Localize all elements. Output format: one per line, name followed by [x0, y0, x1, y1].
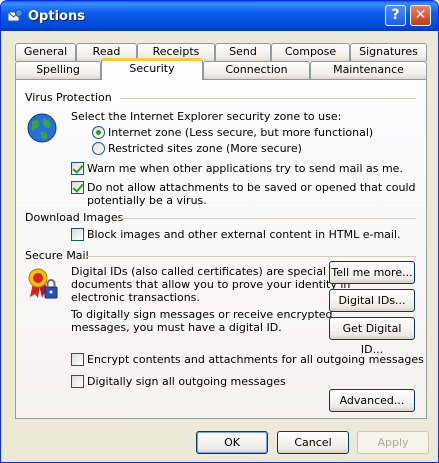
restricted-zone-radio[interactable]: [92, 142, 105, 155]
digital-sign-desc-line1: To digitally sign messages or receive en…: [71, 308, 333, 321]
digital-ids-button[interactable]: Digital IDs...: [329, 289, 415, 312]
options-window: Options ? ✕ General Read Receipts Send C…: [0, 0, 439, 463]
tab-send[interactable]: Send: [215, 43, 271, 61]
digital-sign-desc-line2: messages, you must have a digital ID.: [71, 321, 282, 334]
close-button[interactable]: ✕: [410, 5, 431, 26]
close-icon: ✕: [414, 7, 427, 23]
separator: [114, 218, 416, 219]
digital-id-desc-line3: electronic transactions.: [71, 291, 200, 304]
window-title: Options: [28, 9, 85, 24]
tab-signatures[interactable]: Signatures: [350, 43, 427, 61]
separator: [120, 98, 416, 99]
tab-spelling[interactable]: Spelling: [15, 61, 101, 79]
digital-id-desc-line2: documents that allow you to prove your i…: [71, 278, 351, 291]
apply-button[interactable]: Apply: [357, 431, 429, 454]
digitally-sign-checkbox[interactable]: [71, 375, 84, 388]
internet-zone-label[interactable]: Internet zone (Less secure, but more fun…: [108, 126, 373, 139]
title-bar[interactable]: Options ? ✕: [1, 1, 438, 31]
tell-me-more-button[interactable]: Tell me more...: [329, 261, 415, 284]
internet-zone-radio[interactable]: [92, 126, 105, 139]
block-images-label[interactable]: Block images and other external content …: [87, 228, 401, 241]
help-button[interactable]: ?: [385, 5, 406, 26]
ok-button[interactable]: OK: [196, 431, 268, 454]
digitally-sign-label[interactable]: Digitally sign all outgoing messages: [87, 375, 286, 388]
security-panel: Virus Protection Select the Internet Exp…: [15, 79, 427, 419]
certificate-lock-icon: [28, 268, 58, 299]
outlook-express-icon: [7, 9, 23, 22]
virus-protection-heading: Virus Protection: [25, 91, 112, 104]
tab-maintenance[interactable]: Maintenance: [310, 61, 427, 79]
tab-security[interactable]: Security: [101, 58, 203, 80]
tab-general[interactable]: General: [15, 43, 76, 61]
tab-compose[interactable]: Compose: [271, 43, 350, 61]
secure-mail-heading: Secure Mail: [25, 249, 89, 262]
warn-send-mail-checkbox[interactable]: [71, 162, 84, 175]
restricted-zone-label[interactable]: Restricted sites zone (More secure): [108, 142, 302, 155]
tab-connection[interactable]: Connection: [203, 61, 310, 79]
encrypt-checkbox[interactable]: [71, 353, 84, 366]
cancel-button[interactable]: Cancel: [277, 431, 349, 454]
globe-shield-icon: [27, 113, 57, 143]
block-attachments-checkbox[interactable]: [71, 181, 84, 194]
zone-prompt: Select the Internet Explorer security zo…: [71, 110, 342, 123]
warn-send-mail-label[interactable]: Warn me when other applications try to s…: [87, 162, 403, 175]
digital-id-desc-line1: Digital IDs (also called certificates) a…: [71, 265, 326, 278]
get-digital-id-button[interactable]: Get Digital ID...: [329, 317, 415, 356]
separator: [86, 256, 416, 257]
advanced-button[interactable]: Advanced...: [329, 389, 415, 412]
encrypt-label[interactable]: Encrypt contents and attachments for all…: [87, 353, 424, 366]
block-images-checkbox[interactable]: [71, 228, 84, 241]
block-attachments-label-line1[interactable]: Do not allow attachments to be saved or …: [87, 181, 416, 194]
download-images-heading: Download Images: [25, 211, 124, 224]
block-attachments-label-line2[interactable]: potentially be a virus.: [87, 194, 207, 207]
help-icon: ?: [391, 7, 400, 23]
